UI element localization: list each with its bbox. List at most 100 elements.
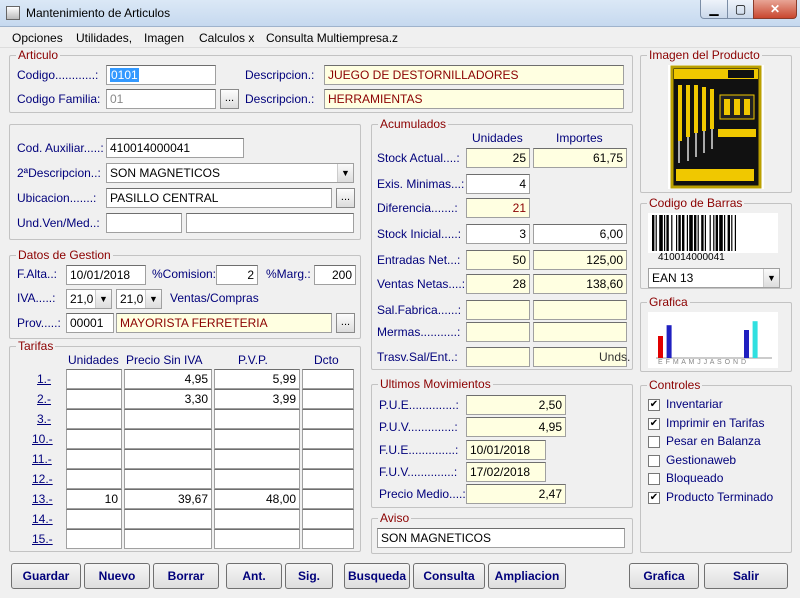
acumulado-importe-input[interactable] [533,322,627,342]
tarifa-pvp-input[interactable] [214,469,300,489]
acumulado-importe-input[interactable]: 125,00 [533,250,627,270]
salir-button[interactable]: Salir [704,563,788,589]
checkbox[interactable] [648,473,660,485]
acumulado-importe-input[interactable]: 6,00 [533,224,627,244]
menu-calculos[interactable]: Calculos x [199,31,254,45]
acumulado-unidades-input[interactable]: 50 [466,250,530,270]
segunda-descripcion-select[interactable]: SON MAGNETICOS ▼ [106,163,354,183]
codigo-input[interactable]: 0101 [106,65,216,85]
busqueda-button[interactable]: Busqueda [344,563,410,589]
comision-input[interactable]: 2 [216,265,258,285]
tarifa-unidades-input[interactable] [66,389,122,409]
proveedor-lookup-button[interactable]: ... [336,313,355,333]
tarifa-dcto-input[interactable] [302,449,354,469]
tarifa-pvp-input[interactable]: 3,99 [214,389,300,409]
codigo-familia-input[interactable]: 01 [106,89,216,109]
cod-auxiliar-input[interactable]: 410014000041 [106,138,244,158]
aviso-input[interactable]: SON MAGNETICOS [377,528,625,548]
tarifa-pvp-input[interactable] [214,429,300,449]
und-venta-input[interactable] [106,213,182,233]
acumulado-unidades-input[interactable] [466,347,530,367]
menu-utilidades[interactable]: Utilidades, [76,31,132,45]
acumulado-importe-input[interactable]: 61,75 [533,148,627,168]
acumulado-unidades-input[interactable] [466,322,530,342]
acumulado-unidades-input[interactable]: 25 [466,148,530,168]
tarifa-dcto-input[interactable] [302,509,354,529]
tarifa-dcto-input[interactable] [302,489,354,509]
tarifa-precio-input[interactable]: 4,95 [124,369,212,389]
iva-compras-select[interactable]: 21,0 ▼ [116,289,162,309]
menu-consulta-multiempresa[interactable]: Consulta Multiempresa.z [266,31,398,45]
tarifa-precio-input[interactable]: 3,30 [124,389,212,409]
tarifa-unidades-input[interactable] [66,429,122,449]
tarifa-dcto-input[interactable] [302,389,354,409]
tarifa-pvp-input[interactable] [214,509,300,529]
barcode-type-select[interactable]: EAN 13 ▼ [648,268,780,288]
proveedor-name-input[interactable]: MAYORISTA FERRETERIA [116,313,332,333]
siguiente-button[interactable]: Sig. [285,563,333,589]
checkbox[interactable] [648,454,660,467]
tarifa-dcto-input[interactable] [302,409,354,429]
pue-input[interactable]: 2,50 [466,395,566,415]
acumulado-unidades-input[interactable]: 4 [466,174,530,194]
proveedor-code-input[interactable]: 00001 [66,313,114,333]
acumulado-importe-input[interactable]: 138,60 [533,274,627,294]
precio-medio-input[interactable]: 2,47 [466,484,566,504]
tarifa-dcto-input[interactable] [302,529,354,549]
tarifa-pvp-input[interactable] [214,409,300,429]
anterior-button[interactable]: Ant. [226,563,282,589]
consulta-button[interactable]: Consulta [413,563,485,589]
close-button[interactable]: ✕ [753,0,797,19]
product-image[interactable] [668,65,764,189]
tarifa-pvp-input[interactable] [214,449,300,469]
tarifa-unidades-input[interactable] [66,469,122,489]
acumulado-unidades-input[interactable]: 3 [466,224,530,244]
acumulado-importe-input[interactable] [533,300,627,320]
tarifa-pvp-input[interactable]: 5,99 [214,369,300,389]
fuv-input[interactable]: 17/02/2018 [466,462,546,482]
grafica-button[interactable]: Grafica [629,563,699,589]
acumulado-unidades-input[interactable]: 21 [466,198,530,218]
checkbox[interactable]: ✔ [648,399,660,411]
acumulado-unidades-input[interactable]: 28 [466,274,530,294]
puv-input[interactable]: 4,95 [466,417,566,437]
tarifa-precio-input[interactable] [124,469,212,489]
menu-imagen[interactable]: Imagen [144,31,184,45]
tarifa-unidades-input[interactable]: 10 [66,489,122,509]
margen-input[interactable]: 200 [314,265,356,285]
tarifa-precio-input[interactable] [124,429,212,449]
falta-input[interactable]: 10/01/2018 [66,265,146,285]
acumulado-unidades-input[interactable] [466,300,530,320]
tarifa-precio-input[interactable] [124,449,212,469]
tarifa-precio-input[interactable]: 39,67 [124,489,212,509]
tarifa-unidades-input[interactable] [66,369,122,389]
descripcion2-input[interactable]: HERRAMIENTAS [324,89,624,109]
maximize-button[interactable]: ▢ [727,0,754,19]
descripcion-input[interactable]: JUEGO DE DESTORNILLADORES [324,65,624,85]
tarifa-precio-input[interactable] [124,509,212,529]
tarifa-unidades-input[interactable] [66,509,122,529]
checkbox[interactable] [648,436,660,448]
sales-chart[interactable]: E F M A M J J A S O N D [648,312,778,368]
familia-lookup-button[interactable]: ... [220,89,239,109]
tarifa-precio-input[interactable] [124,529,212,549]
tarifa-unidades-input[interactable] [66,449,122,469]
tarifa-dcto-input[interactable] [302,469,354,489]
ubicacion-lookup-button[interactable]: ... [336,188,355,208]
borrar-button[interactable]: Borrar [153,563,219,589]
checkbox[interactable]: ✔ [648,417,660,430]
tarifa-precio-input[interactable] [124,409,212,429]
guardar-button[interactable]: Guardar [11,563,81,589]
ampliacion-button[interactable]: Ampliacion [488,563,566,589]
menu-opciones[interactable]: Opciones [12,31,63,45]
tarifa-unidades-input[interactable] [66,409,122,429]
tarifa-pvp-input[interactable]: 48,00 [214,489,300,509]
nuevo-button[interactable]: Nuevo [84,563,150,589]
tarifa-unidades-input[interactable] [66,529,122,549]
checkbox[interactable]: ✔ [648,491,660,504]
ubicacion-input[interactable]: PASILLO CENTRAL [106,188,332,208]
tarifa-pvp-input[interactable] [214,529,300,549]
tarifa-dcto-input[interactable] [302,369,354,389]
minimize-button[interactable]: ▁ [700,0,728,19]
fue-input[interactable]: 10/01/2018 [466,440,546,460]
